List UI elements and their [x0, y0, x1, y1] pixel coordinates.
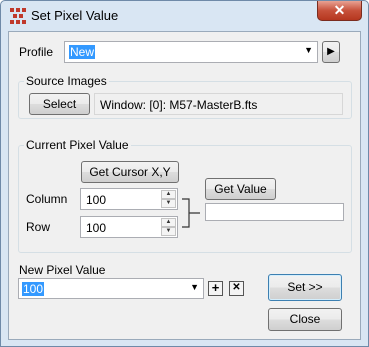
row-value: 100: [86, 221, 107, 235]
new-pixel-label: New Pixel Value: [19, 263, 106, 277]
source-images-title: Source Images: [24, 74, 109, 88]
app-grid-icon: [10, 8, 26, 24]
pixel-value-field[interactable]: [205, 203, 344, 221]
title-bar[interactable]: Set Pixel Value ✕: [1, 1, 368, 31]
set-button[interactable]: Set >>: [268, 274, 342, 301]
chevron-down-icon: ▼: [190, 282, 199, 292]
arrow-up-icon[interactable]: ▲: [161, 218, 176, 227]
column-spinbox[interactable]: 100 ▲ ▼: [80, 188, 178, 210]
profile-more-button[interactable]: ▶: [322, 41, 340, 63]
new-pixel-select[interactable]: 100 ▼: [18, 278, 204, 299]
current-pixel-title: Current Pixel Value: [24, 138, 131, 152]
profile-select[interactable]: New ▼: [64, 41, 318, 63]
window-title: Set Pixel Value: [31, 8, 119, 23]
plus-icon[interactable]: +: [208, 281, 223, 296]
get-cursor-button[interactable]: Get Cursor X,Y: [81, 161, 179, 183]
triangle-right-icon: ▶: [327, 46, 335, 57]
arrow-down-icon[interactable]: ▼: [161, 199, 176, 208]
arrow-down-icon[interactable]: ▼: [161, 227, 176, 236]
new-pixel-value: 100: [22, 282, 45, 296]
get-value-button[interactable]: Get Value: [205, 178, 276, 200]
column-value: 100: [86, 193, 107, 207]
source-window-text: Window: [0]: M57-MasterB.fts: [100, 98, 258, 112]
dialog-window: Set Pixel Value ✕ Profile New ▼ ▶ Source…: [0, 0, 369, 347]
profile-label: Profile: [19, 45, 54, 59]
close-button[interactable]: Close: [268, 308, 342, 331]
source-window-display: Window: [0]: M57-MasterB.fts: [94, 93, 343, 115]
column-label: Column: [26, 192, 68, 206]
chevron-down-icon: ▼: [304, 45, 313, 55]
row-spinbox[interactable]: 100 ▲ ▼: [80, 216, 178, 238]
select-button[interactable]: Select: [29, 93, 90, 115]
row-label: Row: [26, 220, 51, 234]
profile-value: New: [69, 45, 96, 59]
dialog-body: Profile New ▼ ▶ Source Images Select Win…: [8, 31, 361, 340]
close-icon[interactable]: ✕: [317, 1, 362, 21]
bracket-icon: [182, 198, 200, 228]
x-icon[interactable]: ✕: [229, 281, 244, 296]
arrow-up-icon[interactable]: ▲: [161, 190, 176, 199]
